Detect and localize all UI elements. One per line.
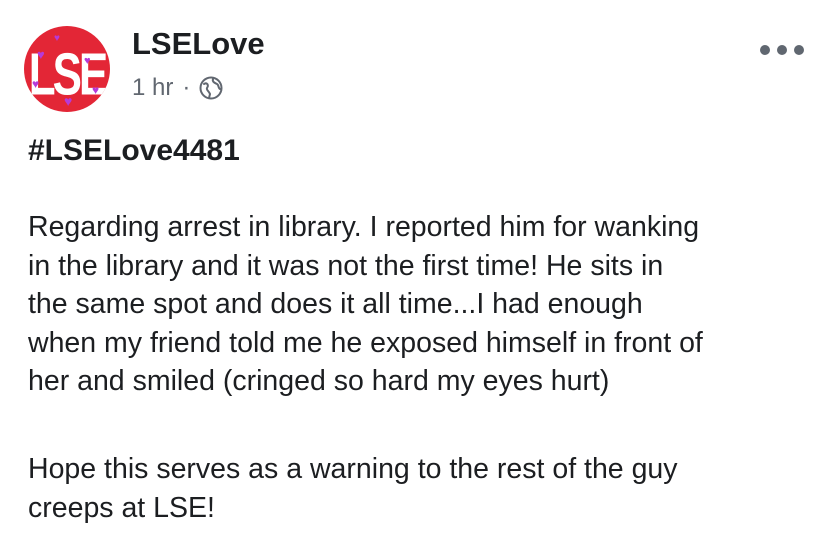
heart-icon: ♥ (54, 33, 60, 44)
author-name[interactable]: LSELove (132, 28, 265, 59)
heart-icon: ♥ (84, 55, 91, 67)
post-timestamp[interactable]: 1 hr (132, 76, 173, 100)
heart-icon: ♥ (92, 83, 100, 97)
more-dot (760, 45, 770, 55)
post-body-paragraph: Hope this serves as a warning to the res… (28, 450, 818, 527)
more-dot (794, 45, 804, 55)
post-meta: 1 hr · (132, 75, 224, 101)
globe-icon[interactable] (198, 75, 224, 101)
heart-icon: ♥ (37, 47, 45, 62)
post-body-line: Regarding arrest in library. I reported … (28, 211, 700, 243)
meta-separator: · (182, 74, 191, 101)
post-body-line: when my friend told me he exposed himsel… (28, 326, 703, 359)
avatar[interactable]: LSE ♥ ♥ ♥ ♥ ♥ ♥ (24, 26, 110, 112)
post-body-line: her and smiled (cringed so hard my eyes … (28, 365, 610, 397)
post-body-line: creeps at LSE! (28, 491, 215, 524)
post-body-paragraph: Regarding arrest in library. I reported … (28, 208, 818, 401)
post-card: LSE ♥ ♥ ♥ ♥ ♥ ♥ LSELove 1 hr · #LSELove4… (0, 0, 824, 542)
heart-icon: ♥ (32, 77, 40, 91)
post-body-line: in the library and it was not the first … (28, 249, 664, 282)
more-dot (777, 45, 787, 55)
post-body-line: the same spot and does it all time...I h… (28, 288, 643, 320)
heart-icon: ♥ (64, 93, 73, 109)
more-options-icon[interactable] (760, 38, 804, 62)
post-body-line: Hope this serves as a warning to the res… (28, 453, 678, 485)
hashtag-link[interactable]: #LSELove4481 (28, 133, 240, 169)
